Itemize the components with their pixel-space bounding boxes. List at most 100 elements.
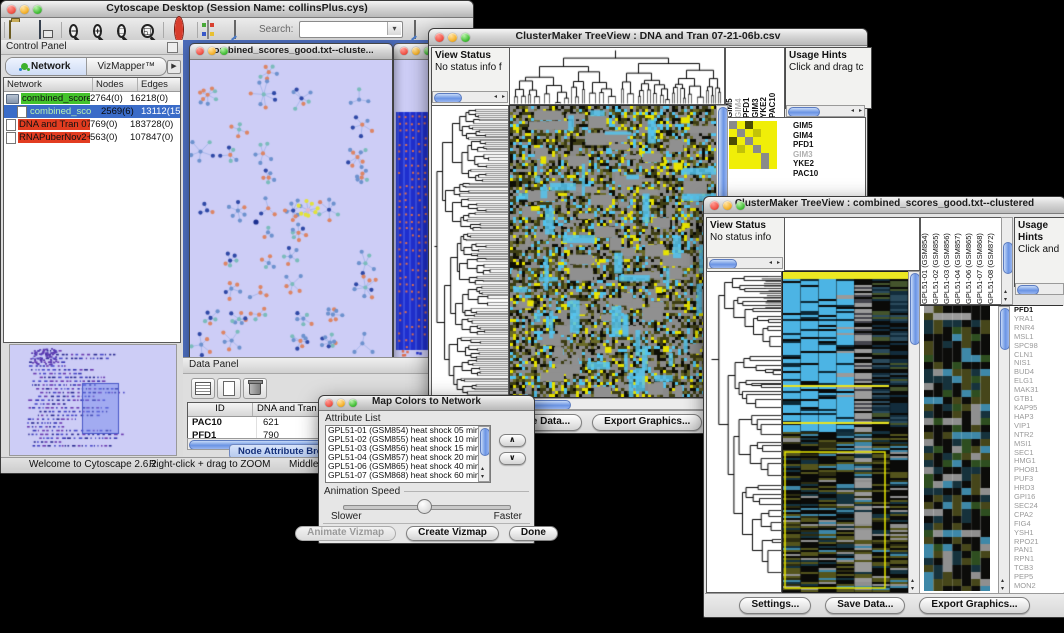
move-down-button[interactable]: ∨ xyxy=(499,452,526,465)
tv2-usage-hints-hscrollbar[interactable] xyxy=(1015,283,1064,295)
close-icon[interactable] xyxy=(400,47,408,55)
treeview2-titlebar[interactable]: ClusterMaker TreeView : combined_scores_… xyxy=(704,197,1064,214)
vizmapper-icon[interactable] xyxy=(205,21,225,38)
minimize-icon[interactable] xyxy=(412,47,420,55)
treeview1-titlebar[interactable]: ClusterMaker TreeView : DNA and Tran 07-… xyxy=(429,29,867,46)
tv1-row-dendrogram[interactable] xyxy=(431,105,509,398)
tv1-gene-list[interactable]: GIM5GIM4PFD1GIM3YKE2PAC10 xyxy=(793,121,861,183)
minimize-icon[interactable] xyxy=(208,47,216,55)
treeview1-title: ClusterMaker TreeView : DNA and Tran 07-… xyxy=(429,30,867,42)
float-panel-icon[interactable] xyxy=(167,42,178,53)
attribute-listbox[interactable]: GPL51-01 (GSM854) heat shock 05 minGPL51… xyxy=(325,425,491,483)
status-hint-zoom: Right-click + drag to ZOOM xyxy=(149,459,270,470)
close-icon[interactable] xyxy=(196,47,204,55)
birds-eye-view[interactable] xyxy=(9,344,177,456)
tv1-column-dendrogram[interactable] xyxy=(509,47,725,105)
done-button[interactable]: Done xyxy=(509,526,558,541)
dialog-titlebar[interactable]: Map Colors to Network xyxy=(319,396,534,411)
network-table-row[interactable]: combined_sco2569(6)13112(15) xyxy=(4,105,180,118)
zoom-selected-icon[interactable]: ◱ xyxy=(139,21,159,38)
network-table-row[interactable]: DNA and Tran 07769(0)183728(0) xyxy=(4,118,180,131)
network-tab-icon xyxy=(21,63,28,70)
tv1-heatmap-cell xyxy=(761,161,769,169)
tv1-gene-label[interactable]: PAC10 xyxy=(793,169,861,179)
status-hint-pan: Middle- xyxy=(289,459,322,470)
close-icon[interactable] xyxy=(435,33,444,42)
tv2-zoomed-vscrollbar[interactable]: ▴ ▾ xyxy=(998,306,1010,594)
tv2-heatmap-global-view[interactable] xyxy=(782,271,909,593)
tv1-heatmap-global-view[interactable] xyxy=(509,105,717,398)
tv2-labels-vscrollbar[interactable]: ▴ ▾ xyxy=(1001,217,1013,305)
zoom-out-icon[interactable]: − xyxy=(67,21,87,38)
save-icon[interactable] xyxy=(37,21,57,38)
tv1-heatmap-cell xyxy=(753,153,761,161)
tv1-heatmap-cell xyxy=(729,137,737,145)
tv2-gene-list[interactable]: PFD1YRA1RNR4MSL1SPC98CLN1NIS1BUD4ELG1MAK… xyxy=(1014,306,1064,592)
tv1-heatmap-cell xyxy=(745,161,753,169)
zoom-fit-icon[interactable]: □ xyxy=(115,21,135,38)
tv1-usage-hints-hscrollbar[interactable]: ◂ ▸ xyxy=(786,105,865,117)
folder-icon xyxy=(6,94,19,104)
treeview-window-combined: ClusterMaker TreeView : combined_scores_… xyxy=(703,196,1064,618)
minimize-icon[interactable] xyxy=(448,33,457,42)
zoom-window-icon[interactable] xyxy=(33,5,42,14)
help-lifesaver-icon[interactable] xyxy=(173,21,193,38)
main-titlebar[interactable]: Cytoscape Desktop (Session Name: collins… xyxy=(1,1,473,18)
close-icon[interactable] xyxy=(710,201,719,210)
tv1-gene-label[interactable]: PFD1 xyxy=(793,140,861,150)
tv1-gene-label[interactable]: GIM5 xyxy=(793,121,861,131)
close-icon[interactable] xyxy=(7,5,16,14)
move-up-button[interactable]: ∧ xyxy=(499,434,526,447)
tv2-gene-label[interactable]: MON2 xyxy=(1014,582,1064,591)
control-panel: Control Panel Network VizMapper™ ▶ Netwo… xyxy=(1,40,184,457)
network-table-row[interactable]: combined_scores2764(0)16218(0) xyxy=(4,92,180,105)
attribute-select-icon[interactable] xyxy=(191,378,215,399)
tv1-button[interactable]: Export Graphics... xyxy=(592,414,702,431)
animation-speed-slider-thumb[interactable] xyxy=(417,499,432,514)
tv1-gene-label[interactable]: YKE2 xyxy=(793,159,861,169)
network-table-header[interactable]: Network Nodes Edges xyxy=(4,78,180,92)
tv1-view-status-hscrollbar[interactable]: ◂ ▸ xyxy=(432,91,508,103)
tv1-gene-label[interactable]: GIM3 xyxy=(793,150,861,160)
zoom-window-icon[interactable] xyxy=(461,33,470,42)
treeview2-title: ClusterMaker TreeView : combined_scores_… xyxy=(704,198,1064,209)
tv2-button[interactable]: Settings... xyxy=(739,597,811,614)
minimize-icon[interactable] xyxy=(20,5,29,14)
tab-vizmapper[interactable]: VizMapper™ xyxy=(87,58,167,75)
minimize-icon[interactable] xyxy=(337,399,345,407)
minimize-icon[interactable] xyxy=(723,201,732,210)
tv2-row-dendrogram[interactable] xyxy=(706,271,782,593)
delete-attribute-icon[interactable] xyxy=(243,378,267,399)
tv1-heatmap-hscrollbar[interactable] xyxy=(509,398,728,410)
new-attribute-icon[interactable] xyxy=(217,378,241,399)
tab-overflow-icon[interactable]: ▶ xyxy=(167,60,181,74)
attribute-list-item[interactable]: GPL51-07 (GSM868) heat shock 60 min xyxy=(326,471,490,480)
tv2-column-label: GPL51-08 (GSM872) xyxy=(987,220,998,304)
zoom-window-icon[interactable] xyxy=(736,201,745,210)
attribute-list-vscrollbar[interactable]: ▴ ▾ xyxy=(478,426,490,482)
tv2-zoomed-heatmap[interactable] xyxy=(924,306,990,591)
tv2-button[interactable]: Save Data... xyxy=(825,597,905,614)
close-icon[interactable] xyxy=(325,399,333,407)
annotation-icon[interactable] xyxy=(231,21,251,38)
tv1-heatmap-cell xyxy=(753,145,761,153)
tv2-heatmap-vscrollbar[interactable]: ▴ ▾ xyxy=(908,271,920,594)
tv2-view-status-hscrollbar[interactable]: ◂ ▸ xyxy=(707,257,783,269)
zoom-window-icon[interactable] xyxy=(349,399,357,407)
network-table-row[interactable]: RNAPuberNov2+563(0)107847(0) xyxy=(4,131,180,144)
control-panel-tabs: Network VizMapper™ xyxy=(5,57,167,76)
tab-network[interactable]: Network xyxy=(6,58,87,75)
tv1-zoomed-heatmap[interactable] xyxy=(729,121,777,169)
create-vizmap-button[interactable]: Create Vizmap xyxy=(406,526,499,541)
zoom-in-icon[interactable]: + xyxy=(91,21,111,38)
search-dropdown-icon[interactable]: ▾ xyxy=(387,22,401,35)
zoom-window-icon[interactable] xyxy=(220,47,228,55)
network-window-1-titlebar[interactable]: combined_scores_good.txt--cluste... xyxy=(190,44,392,60)
tv1-gene-label[interactable]: GIM4 xyxy=(793,131,861,141)
network-canvas[interactable] xyxy=(190,60,390,362)
tv1-heatmap-cell xyxy=(753,137,761,145)
open-file-icon[interactable] xyxy=(9,21,29,38)
animate-vizmap-button: Animate Vizmap xyxy=(295,526,396,541)
tv2-button[interactable]: Export Graphics... xyxy=(919,597,1029,614)
search-input[interactable]: ▾ xyxy=(299,21,403,38)
